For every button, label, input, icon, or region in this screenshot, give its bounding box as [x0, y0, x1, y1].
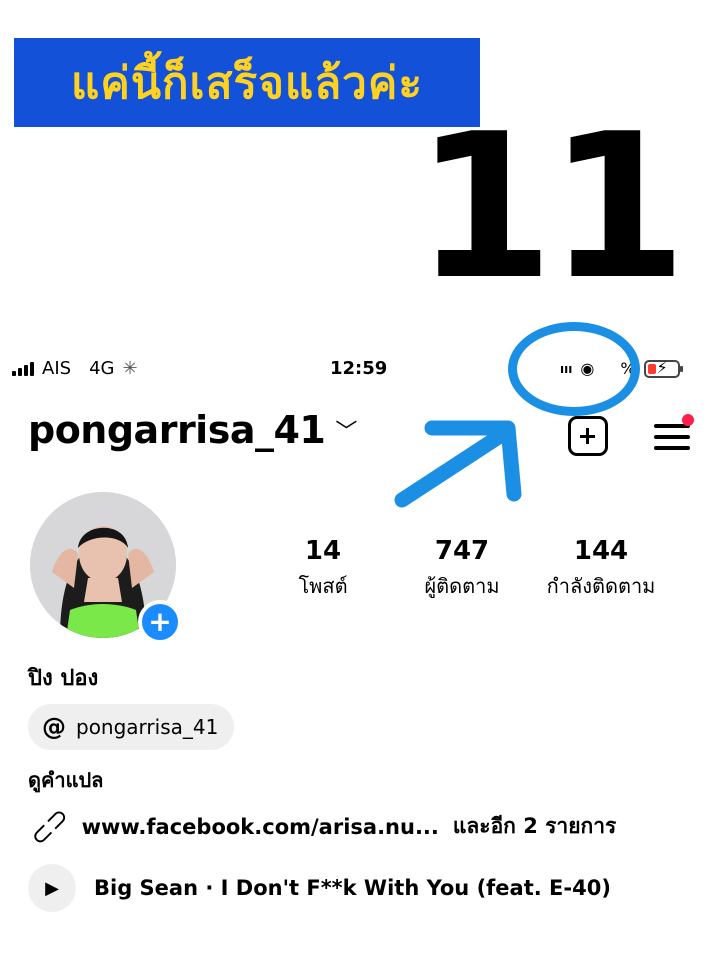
threads-icon: @ [42, 713, 66, 741]
followers-label: ผู้ติดตาม [424, 574, 500, 598]
following-label: กำลังติดตาม [546, 574, 656, 598]
posts-label: โพสต์ [298, 574, 348, 598]
rotation-lock-icon: ◉ [580, 359, 595, 378]
battery-charging-icon: ⚡ [643, 358, 683, 378]
stat-following[interactable]: 144 กำลังติดตาม [536, 536, 666, 602]
signal-bars-icon [12, 361, 34, 376]
followers-count: 747 [434, 536, 490, 566]
tutorial-banner-text: แค่นี้ก็เสร็จแล้วค่ะ [71, 57, 423, 109]
bio-links[interactable]: ⊂⊃ www.facebook.com/arisa.nu... และอีก 2… [24, 800, 617, 852]
bio-link-more[interactable]: และอีก 2 รายการ [453, 810, 616, 843]
notification-dot [682, 414, 694, 426]
status-left: AIS 4G ✳ [12, 358, 138, 379]
battery-percent: % [620, 359, 636, 378]
threads-handle: pongarrisa_41 [76, 715, 219, 739]
stat-posts[interactable]: 14 โพสต์ [288, 536, 358, 602]
username-title[interactable]: pongarrisa_41 [28, 408, 326, 452]
status-time: 12:59 [330, 358, 388, 379]
link-icon: ⊂⊃ [23, 800, 76, 853]
status-bar: AIS 4G ✳ 12:59 ııı ◉ % ⚡ [0, 350, 720, 390]
annotation-arrow-icon [394, 420, 522, 508]
create-post-button[interactable] [568, 416, 608, 456]
profile-header: pongarrisa_41 ﹀ [28, 408, 357, 452]
loading-spinner-icon: ✳ [122, 358, 138, 379]
posts-count: 14 [304, 536, 342, 566]
profile-avatar[interactable]: + [30, 492, 182, 644]
menu-button[interactable] [652, 414, 694, 456]
step-number: 11 [414, 91, 687, 324]
stat-followers[interactable]: 747 ผู้ติดตาม [414, 536, 510, 602]
following-count: 144 [573, 536, 629, 566]
ais-wifi-icon: ııı [560, 361, 573, 376]
network-label: 4G [89, 358, 115, 379]
display-name: ปิง ปอง [28, 666, 99, 691]
add-story-button[interactable]: + [138, 600, 182, 644]
profile-music[interactable]: ▶ Big Sean · I Don't F**k With You (feat… [28, 864, 611, 912]
threads-badge[interactable]: @ pongarrisa_41 [28, 704, 235, 750]
see-translation-link[interactable]: ดูคำแปล [28, 764, 103, 796]
carrier-label: AIS [42, 358, 72, 379]
music-title: Big Sean · I Don't F**k With You (feat. … [94, 876, 611, 900]
status-right: ııı ◉ % ⚡ [560, 358, 683, 378]
bio-link-url[interactable]: www.facebook.com/arisa.nu... [82, 815, 439, 839]
chevron-down-icon[interactable]: ﹀ [335, 414, 357, 446]
play-icon[interactable]: ▶ [28, 864, 76, 912]
